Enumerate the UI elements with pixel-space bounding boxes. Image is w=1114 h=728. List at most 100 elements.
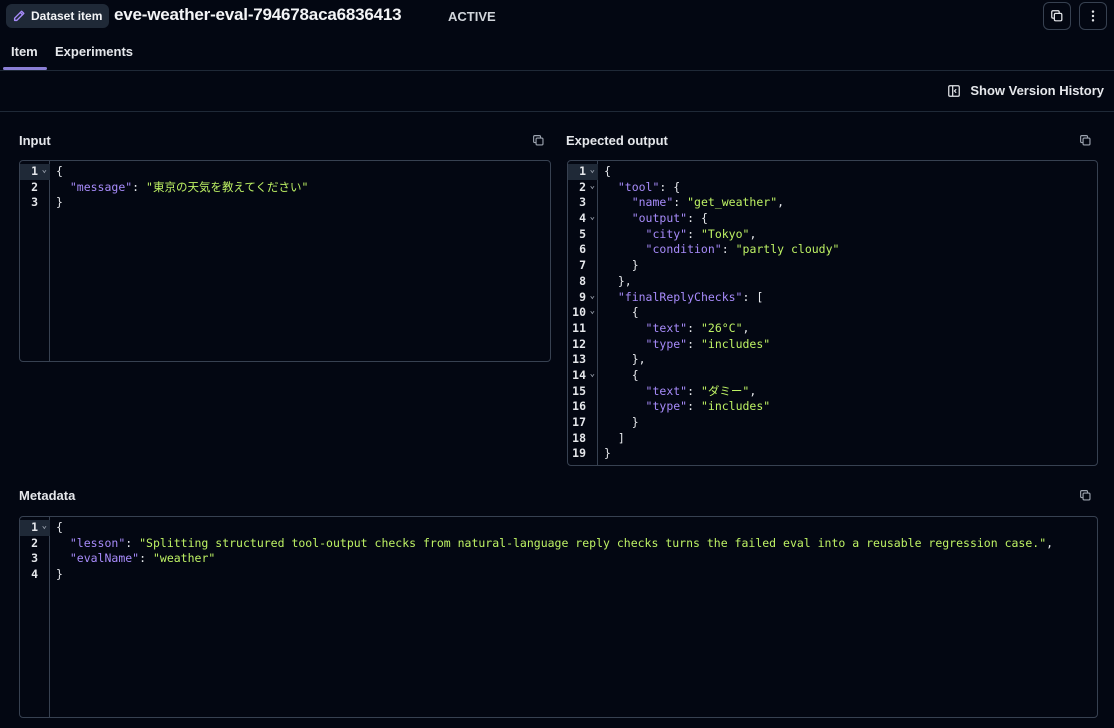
code-text: { <box>604 305 639 320</box>
code-text: } <box>56 567 63 582</box>
code-line: 3} <box>20 195 550 211</box>
line-number: 19 <box>572 446 586 461</box>
code-line: 3 "evalName": "weather" <box>20 551 1097 567</box>
metadata-label: Metadata <box>19 488 76 503</box>
more-options-button[interactable] <box>1079 2 1107 30</box>
input-label: Input <box>19 133 51 148</box>
code-line: 7 } <box>568 258 1097 274</box>
code-lines: 1 ⌄{2 ⌄ "tool": {3 "name": "get_weather", 4… <box>568 164 1097 462</box>
tab-bar: Item Experiments <box>0 34 1114 71</box>
line-number: 8 <box>579 273 586 288</box>
code-line: 4 ⌄ "output": { <box>568 211 1097 227</box>
line-number: 2 <box>31 179 38 194</box>
chevron-down-icon[interactable]: ⌄ <box>590 179 595 195</box>
line-number: 17 <box>572 415 586 429</box>
line-number: 3 <box>579 195 586 210</box>
code-text: "tool": { <box>617 179 681 194</box>
line-number: 2 ⌄ <box>579 179 595 195</box>
dataset-item-badge: Dataset item <box>6 4 110 28</box>
code-line: 4} <box>20 567 1097 583</box>
tab-experiments[interactable]: Experiments <box>55 44 133 59</box>
header: Dataset item eve-weather-eval-794678aca6… <box>0 0 1114 34</box>
code-text: "name": "get_weather", <box>631 195 785 210</box>
chevron-down-icon[interactable]: ⌄ <box>42 519 47 535</box>
chevron-down-icon[interactable]: ⌄ <box>590 289 595 305</box>
line-number: 12 <box>572 336 586 351</box>
line-number: 11 <box>572 320 586 335</box>
chevron-down-icon[interactable]: ⌄ <box>42 163 47 179</box>
line-number: 3 <box>31 195 38 210</box>
line-number: 6 <box>579 242 586 257</box>
code-text: "message": "東京の天気を教えてください" <box>69 179 309 194</box>
line-number: 18 <box>572 430 586 445</box>
pencil-icon <box>13 10 25 22</box>
code-line: 1 ⌄ { <box>568 164 1097 180</box>
chevron-down-icon[interactable]: ⌄ <box>590 210 595 226</box>
code-line: 18 ] <box>568 431 1097 447</box>
code-line: 8 }, <box>568 274 1097 290</box>
code-line: 1 ⌄ { <box>20 164 550 180</box>
copy-icon[interactable] <box>532 134 545 147</box>
code-text: } <box>604 258 639 273</box>
code-text: }, <box>604 273 632 288</box>
copy-icon[interactable] <box>1079 489 1092 502</box>
expected-output-editor[interactable]: 1 ⌄{2 ⌄ "tool": {3 "name": "get_weather", 4… <box>567 160 1098 466</box>
tab-item[interactable]: Item <box>11 44 38 59</box>
active-tab-indicator <box>3 67 47 70</box>
show-version-history-button[interactable]: Show Version History <box>947 83 1104 98</box>
code-line: 2 "message": "東京の天気を教えてください" <box>20 180 550 196</box>
chevron-down-icon[interactable]: ⌄ <box>590 304 595 320</box>
code-text: } <box>604 415 639 429</box>
input-editor[interactable]: 1 ⌄{2 "message": "東京の天気を教えてください" 3} <box>19 160 551 362</box>
code-line: 16 "type": "includes" <box>568 399 1097 415</box>
code-text: "lesson": "Splitting structured tool-out… <box>69 535 1054 550</box>
line-number: 5 <box>579 226 586 241</box>
line-number: 4 <box>31 567 38 582</box>
code-line: 5 "city": "Tokyo", <box>568 227 1097 243</box>
line-number: 1 ⌄ <box>20 520 50 536</box>
chevron-down-icon[interactable]: ⌄ <box>590 367 595 383</box>
code-line: 3 "name": "get_weather", <box>568 195 1097 211</box>
chevron-down-icon[interactable]: ⌄ <box>590 163 595 179</box>
code-text: "output": { <box>631 211 708 226</box>
line-number: 3 <box>31 551 38 566</box>
code-lines: 1 ⌄ {2 "lesson": "Splitting structured too… <box>20 520 1097 583</box>
more-vertical-icon <box>1091 10 1095 22</box>
expected-output-label: Expected output <box>566 133 668 148</box>
code-line: 12 "type": "includes" <box>568 337 1097 353</box>
code-line: 1 ⌄ { <box>20 520 1097 536</box>
code-line: 10 ⌄ { <box>568 305 1097 321</box>
line-number: 10 ⌄ <box>572 304 595 320</box>
copy-button[interactable] <box>1043 2 1071 30</box>
code-text: "type": "includes" <box>645 336 771 351</box>
code-text: }, <box>604 352 646 367</box>
code-text: { <box>56 164 63 178</box>
code-text: } <box>604 446 611 461</box>
code-text: ] <box>604 430 625 445</box>
code-line: 2 "lesson": "Splitting structured tool-o… <box>20 536 1097 552</box>
code-text: "type": "includes" <box>645 399 771 414</box>
code-text: "condition": "partly cloudy" <box>645 242 840 257</box>
code-line: 13 }, <box>568 352 1097 368</box>
line-number: 14 ⌄ <box>572 367 595 383</box>
metadata-editor[interactable]: 1 ⌄ {2 "lesson": "Splitting structured too… <box>19 516 1098 718</box>
line-number: 13 <box>572 352 586 367</box>
badge-label: Dataset item <box>31 9 103 23</box>
code-text: } <box>56 195 63 210</box>
copy-icon[interactable] <box>1079 134 1092 147</box>
panel-icon <box>948 84 961 97</box>
code-line: 14 ⌄ { <box>568 368 1097 384</box>
line-number: 15 <box>572 383 586 398</box>
code-text: "evalName": "weather" <box>69 551 216 566</box>
line-number: 7 <box>579 258 586 273</box>
code-text: "city": "Tokyo", <box>645 226 757 241</box>
code-text: "finalReplyChecks": [ <box>617 289 764 304</box>
page-title: eve-weather-eval-794678aca6836413 <box>114 5 402 24</box>
toolbar: Show Version History <box>0 71 1114 112</box>
code-text: { <box>56 520 63 534</box>
code-text: { <box>604 367 639 382</box>
line-number: 2 <box>31 535 38 550</box>
line-number: 9 ⌄ <box>579 289 595 305</box>
code-text: { <box>604 164 611 178</box>
code-line: 17 } <box>568 415 1097 431</box>
